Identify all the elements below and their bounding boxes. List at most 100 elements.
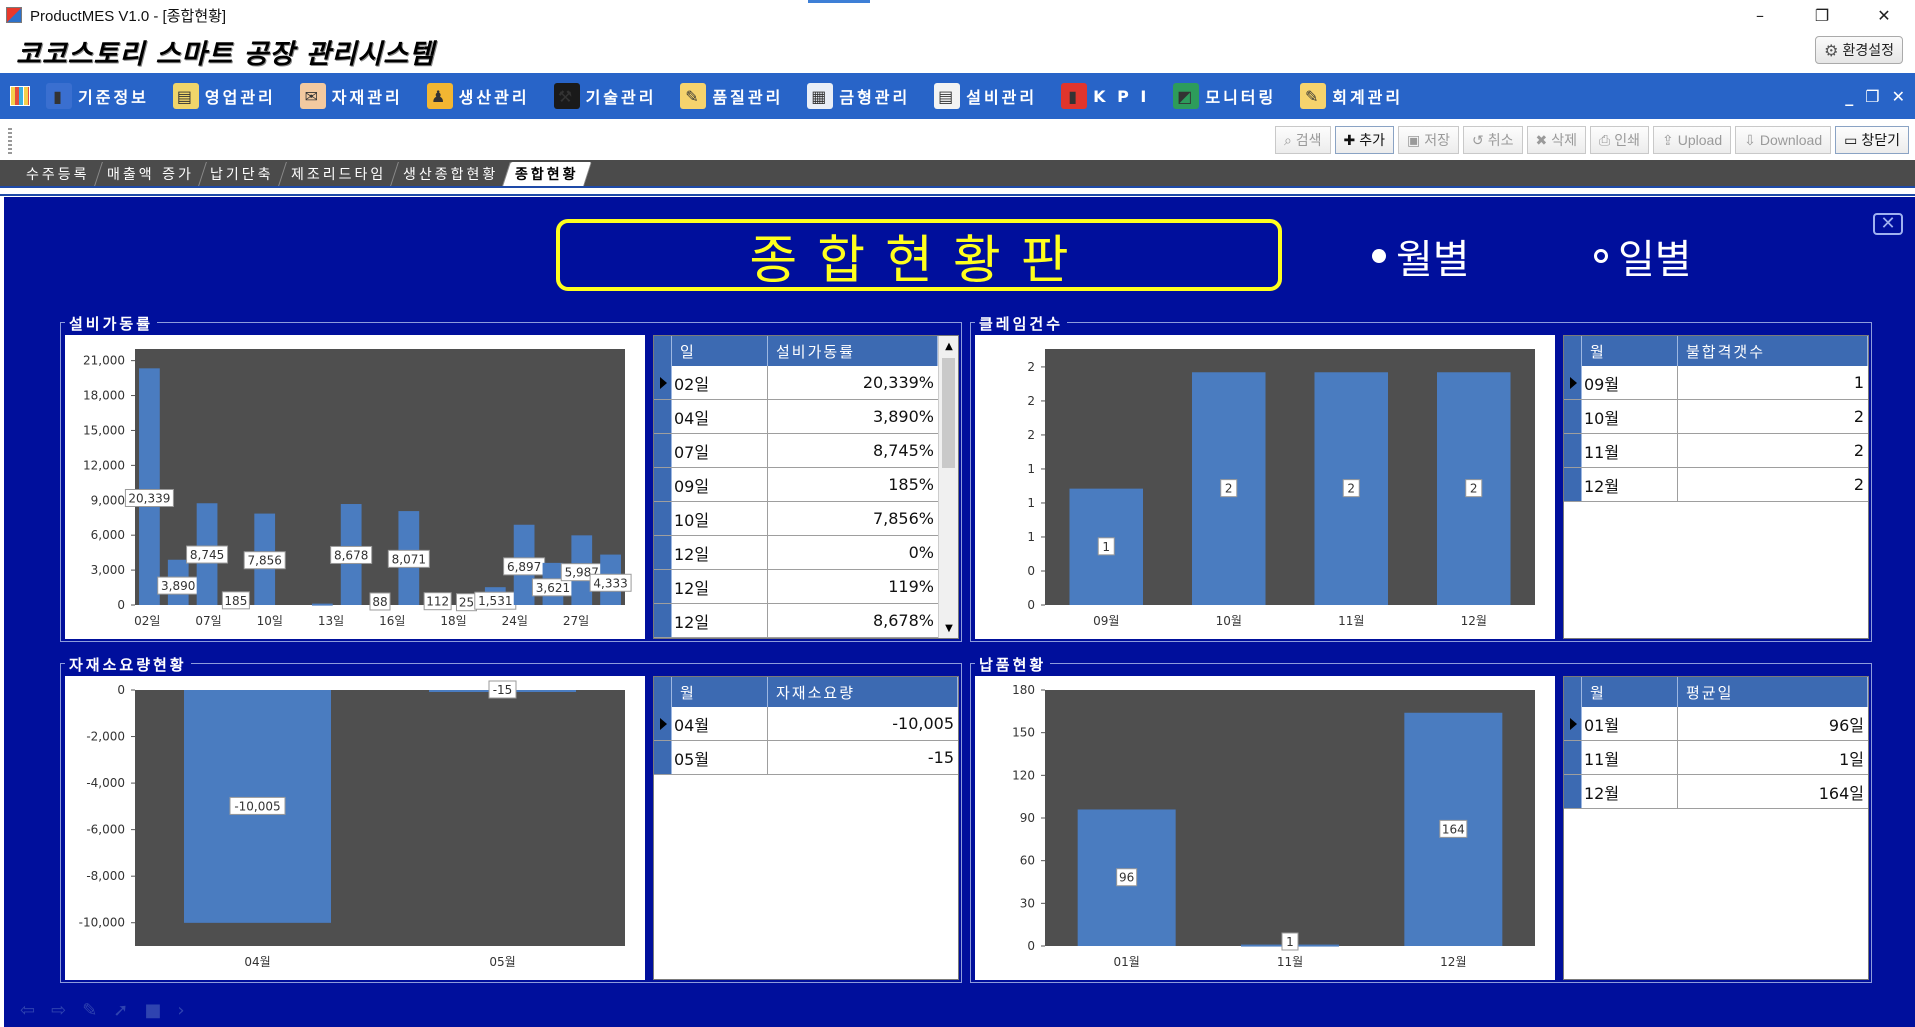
grid-column-header[interactable]: 평균일 [1678,677,1868,707]
pen-icon[interactable]: ✎ [82,1000,97,1021]
row-selector[interactable] [654,468,672,501]
table-row[interactable]: 12월 164일 [1564,775,1868,809]
menu-item-0[interactable]: ▮ 기준정보 [36,73,163,119]
tab-1[interactable]: 매출액 증가 [94,162,207,186]
menu-grid-icon[interactable] [10,86,30,106]
toolbar-button-0[interactable]: ⌕ 검색 [1274,126,1331,154]
row-selector[interactable] [654,604,672,637]
toolbar-button-1[interactable]: ✚ 추가 [1334,126,1395,154]
menu-item-5[interactable]: ✎ 품질관리 [670,73,797,119]
grid-cell[interactable]: 0% [768,536,938,569]
row-selector[interactable] [1564,468,1582,501]
grid-column-header[interactable]: 월 [672,677,768,707]
grid-cell[interactable]: 2 [1678,434,1868,467]
grid-cell[interactable]: 20,339% [768,366,938,399]
row-selector[interactable] [1564,434,1582,467]
grid-cell[interactable]: 11월 [1582,741,1678,774]
row-selector[interactable] [654,741,672,774]
grid-cell[interactable]: 2 [1678,400,1868,433]
toolbar-grip[interactable] [8,128,12,154]
table-row[interactable]: 04월 -10,005 [654,707,958,741]
grid-cell[interactable]: 7,856% [768,502,938,535]
grid-cell[interactable]: 96일 [1678,707,1868,740]
grid-cell[interactable]: 1일 [1678,741,1868,774]
settings-button[interactable]: ⚙ 환경설정 [1815,36,1903,64]
vertical-scrollbar[interactable]: ▲ ▼ [938,336,958,638]
table-row[interactable]: 10월 2 [1564,400,1868,434]
grid-cell[interactable]: 04월 [672,707,768,740]
menu-item-10[interactable]: ✎ 회계관리 [1290,73,1417,119]
scroll-down-icon[interactable]: ▼ [939,618,958,638]
grid-cell[interactable]: 12일 [672,570,768,603]
radio-monthly[interactable]: 월별 [1372,227,1470,285]
grid-cell[interactable]: 05월 [672,741,768,774]
grid-cell[interactable]: 04일 [672,400,768,433]
menu-item-1[interactable]: ▤ 영업관리 [163,73,290,119]
grid-cell[interactable]: 3,890% [768,400,938,433]
menu-item-6[interactable]: ▦ 금형관리 [797,73,924,119]
mdi-restore-button[interactable]: ❐ [1865,87,1879,106]
grid-cell[interactable]: 8,745% [768,434,938,467]
grid-cell[interactable]: -15 [768,741,958,774]
table-row[interactable]: 12월 2 [1564,468,1868,502]
table-row[interactable]: 12일 8,678% [654,604,958,638]
table-row[interactable]: 02일 20,339% [654,366,958,400]
grid-cell[interactable]: 164일 [1678,775,1868,808]
row-selector[interactable] [1564,366,1582,399]
grid-column-header[interactable]: 월 [1582,336,1678,366]
table-row[interactable]: 04일 3,890% [654,400,958,434]
close-button[interactable]: ✕ [1853,0,1915,30]
menu-item-4[interactable]: ⚒ 기술관리 [544,73,671,119]
grid-cell[interactable]: 09월 [1582,366,1678,399]
grid-column-header[interactable]: 설비가동률 [768,336,938,366]
row-selector[interactable] [654,366,672,399]
grid-cell[interactable]: 2 [1678,468,1868,501]
scroll-thumb[interactable] [942,358,955,468]
tab-2[interactable]: 납기단축 [198,162,287,186]
row-selector[interactable] [1564,707,1582,740]
table-row[interactable]: 12일 0% [654,536,958,570]
grid-cell[interactable]: 10일 [672,502,768,535]
grid-cell[interactable]: 01월 [1582,707,1678,740]
grid-cell[interactable]: 12일 [672,536,768,569]
tab-5[interactable]: 종합현황 [503,162,592,186]
menu-item-3[interactable]: ♟ 생산관리 [417,73,544,119]
toolbar-button-4[interactable]: ✖ 삭제 [1526,126,1587,154]
grid-cell[interactable]: 185% [768,468,938,501]
grid-cell[interactable]: 12월 [1582,468,1678,501]
square-icon[interactable]: ■ [144,1000,161,1021]
grid-cell[interactable]: 11월 [1582,434,1678,467]
minimize-button[interactable]: – [1729,0,1791,30]
scroll-up-icon[interactable]: ▲ [939,336,958,356]
grid-cell[interactable]: 02일 [672,366,768,399]
back-arrow-icon[interactable]: ⇦ [20,1000,35,1021]
row-selector[interactable] [654,400,672,433]
row-selector[interactable] [654,434,672,467]
toolbar-button-3[interactable]: ↺ 취소 [1463,126,1523,154]
pointer-icon[interactable]: ➚ [113,1000,128,1021]
row-selector[interactable] [654,502,672,535]
menu-item-2[interactable]: ✉ 자재관리 [290,73,417,119]
table-row[interactable]: 07일 8,745% [654,434,958,468]
table-row[interactable]: 01월 96일 [1564,707,1868,741]
toolbar-button-8[interactable]: ▭ 창닫기 [1835,126,1909,154]
mdi-close-button[interactable]: ✕ [1892,87,1905,106]
grid-cell[interactable]: -10,005 [768,707,958,740]
grid-cell[interactable]: 12월 [1582,775,1678,808]
grid-cell[interactable]: 119% [768,570,938,603]
grid-cell[interactable]: 8,678% [768,604,938,637]
grid-cell[interactable]: 07일 [672,434,768,467]
table-row[interactable]: 11월 2 [1564,434,1868,468]
grid-cell[interactable]: 10월 [1582,400,1678,433]
table-row[interactable]: 05월 -15 [654,741,958,775]
toolbar-button-5[interactable]: ⎙ 인쇄 [1590,126,1650,154]
grid-cell[interactable]: 1 [1678,366,1868,399]
tab-0[interactable]: 수주등록 [14,162,103,186]
mdi-minimize-button[interactable]: _ [1845,87,1853,106]
menu-item-7[interactable]: ▤ 설비관리 [924,73,1051,119]
forward-arrow-icon[interactable]: ⇨ [51,1000,66,1021]
toolbar-button-6[interactable]: ⇪ Upload [1653,126,1732,154]
row-selector[interactable] [1564,741,1582,774]
next-icon[interactable]: › [177,1000,184,1021]
menu-item-8[interactable]: ▮ K P I [1051,73,1163,119]
